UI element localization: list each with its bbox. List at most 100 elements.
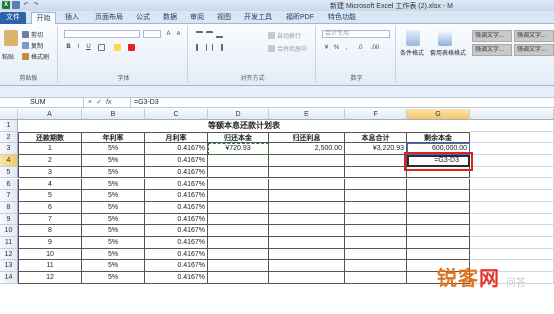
formula-input[interactable]: =G3-D3 — [130, 98, 554, 108]
conditional-format-icon[interactable] — [406, 30, 420, 46]
save-icon[interactable] — [12, 1, 20, 9]
font-size-combo[interactable] — [143, 30, 161, 38]
data-cell[interactable] — [208, 201, 269, 214]
data-cell[interactable] — [208, 178, 269, 191]
data-cell[interactable] — [208, 155, 269, 167]
empty-cell[interactable] — [470, 248, 554, 261]
empty-cell[interactable] — [470, 131, 554, 144]
data-cell[interactable]: 0.4167% — [145, 178, 208, 191]
tab-data[interactable]: 数据 — [159, 12, 181, 24]
empty-cell[interactable] — [470, 155, 554, 167]
shrink-font-button[interactable]: A — [174, 30, 183, 38]
data-cell[interactable]: 5% — [82, 166, 145, 179]
decrease-decimal-button[interactable]: .00 — [368, 44, 382, 52]
data-cell[interactable]: 7 — [18, 213, 82, 226]
column-header-c[interactable]: C — [145, 109, 208, 120]
data-cell[interactable]: 12 — [18, 272, 82, 284]
data-cell[interactable]: 5% — [82, 178, 145, 191]
header-cell[interactable]: 还款期数 — [18, 131, 82, 144]
cell-style-2[interactable]: 强调文字... — [514, 30, 554, 42]
data-cell[interactable] — [208, 190, 269, 202]
empty-cell[interactable] — [470, 178, 554, 191]
data-cell[interactable]: 0.4167% — [145, 201, 208, 214]
column-header-a[interactable]: A — [18, 109, 82, 120]
data-cell[interactable] — [345, 166, 407, 179]
align-top-icon[interactable] — [196, 31, 203, 38]
font-color-icon[interactable] — [128, 44, 135, 51]
data-cell[interactable]: 0.4167% — [145, 272, 208, 284]
conditional-format-button[interactable]: 条件格式 — [400, 48, 424, 57]
format-painter-button[interactable]: 格式刷 — [22, 52, 49, 61]
empty-cell[interactable] — [470, 120, 554, 132]
data-cell[interactable] — [345, 213, 407, 226]
select-all-corner[interactable] — [0, 109, 18, 120]
increase-decimal-button[interactable]: .0 — [354, 44, 366, 52]
data-cell[interactable]: 8 — [18, 225, 82, 237]
empty-cell[interactable] — [470, 213, 554, 226]
enter-icon[interactable]: ✓ — [96, 98, 102, 108]
data-cell[interactable] — [345, 225, 407, 237]
data-cell[interactable]: 5% — [82, 143, 145, 156]
row-header-3[interactable]: 3 — [0, 143, 18, 156]
bold-button[interactable]: B — [64, 43, 73, 51]
header-cell[interactable]: 归还利息 — [269, 131, 345, 144]
paste-icon[interactable] — [4, 30, 18, 46]
align-left-icon[interactable] — [196, 44, 203, 51]
tab-developer[interactable]: 开发工具 — [240, 12, 276, 24]
data-cell[interactable] — [345, 178, 407, 191]
merge-center-button[interactable]: 合并后居中 — [268, 44, 307, 53]
data-cell[interactable] — [407, 190, 470, 202]
data-cell[interactable] — [345, 272, 407, 284]
column-header-h[interactable] — [470, 109, 554, 120]
data-cell[interactable]: 0.4167% — [145, 143, 208, 156]
data-cell[interactable] — [269, 260, 345, 273]
data-cell[interactable]: 0.4167% — [145, 190, 208, 202]
data-cell[interactable] — [269, 225, 345, 237]
row-header-1[interactable]: 1 — [0, 120, 18, 132]
format-as-table-button[interactable]: 套用表格格式 — [430, 48, 466, 57]
tab-home[interactable]: 开始 — [31, 12, 56, 24]
data-cell[interactable] — [269, 201, 345, 214]
cell-style-3[interactable]: 强调文字... — [472, 44, 512, 56]
data-cell[interactable] — [269, 190, 345, 202]
column-header-d[interactable]: D — [208, 109, 269, 120]
column-header-b[interactable]: B — [82, 109, 145, 120]
data-cell[interactable]: 5% — [82, 155, 145, 167]
data-cell[interactable] — [407, 225, 470, 237]
data-cell[interactable] — [269, 248, 345, 261]
row-header-7[interactable]: 7 — [0, 190, 18, 202]
data-cell[interactable] — [407, 213, 470, 226]
empty-cell[interactable] — [470, 190, 554, 202]
number-format-combo[interactable]: 会计专用 — [322, 30, 390, 38]
data-cell[interactable]: 2,500.00 — [269, 143, 345, 156]
empty-cell[interactable] — [470, 237, 554, 249]
data-cell[interactable]: 5% — [82, 248, 145, 261]
row-header-8[interactable]: 8 — [0, 201, 18, 214]
data-cell[interactable] — [345, 248, 407, 261]
data-cell[interactable] — [208, 166, 269, 179]
data-cell[interactable]: 0.4167% — [145, 213, 208, 226]
wrap-text-button[interactable]: 自动换行 — [268, 31, 301, 40]
currency-icon[interactable]: ¥ — [322, 44, 331, 52]
insert-function-icon[interactable]: fx — [106, 98, 111, 108]
format-as-table-icon[interactable] — [438, 30, 452, 46]
empty-cell[interactable] — [470, 166, 554, 179]
data-cell[interactable]: 5% — [82, 190, 145, 202]
data-cell[interactable] — [208, 272, 269, 284]
data-cell[interactable]: 5% — [82, 260, 145, 273]
tab-formulas[interactable]: 公式 — [132, 12, 154, 24]
align-bottom-icon[interactable] — [216, 31, 223, 38]
grow-font-button[interactable]: A — [164, 30, 173, 38]
row-header-2[interactable]: 2 — [0, 131, 18, 144]
data-cell[interactable] — [269, 166, 345, 179]
data-cell[interactable] — [269, 272, 345, 284]
data-cell[interactable]: 0.4167% — [145, 225, 208, 237]
row-header-5[interactable]: 5 — [0, 166, 18, 179]
cell-style-1[interactable]: 强调文字... — [472, 30, 512, 42]
data-cell[interactable]: 10 — [18, 248, 82, 261]
data-cell[interactable] — [345, 190, 407, 202]
row-header-13[interactable]: 13 — [0, 260, 18, 273]
data-cell[interactable] — [269, 213, 345, 226]
tab-foxit-pdf[interactable]: 福昕PDF — [282, 12, 318, 24]
font-name-combo[interactable] — [64, 30, 140, 38]
